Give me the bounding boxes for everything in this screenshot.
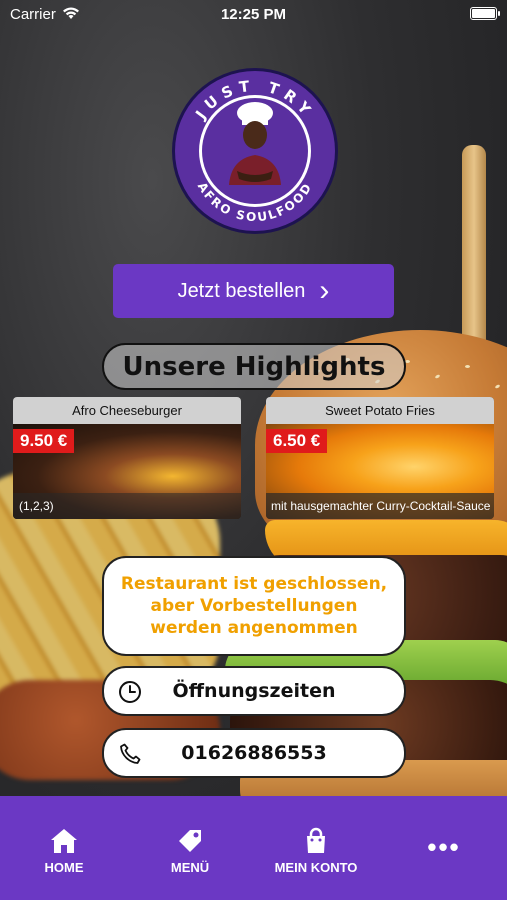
bag-icon — [307, 827, 325, 853]
home-icon — [51, 829, 77, 853]
tab-my-account-label: MEIN KONTO — [274, 860, 358, 875]
phone-button[interactable]: 01626886553 — [102, 728, 406, 778]
highlight-card[interactable]: Afro Cheeseburger 9.50 € (1,2,3) — [13, 397, 241, 519]
status-bar: Carrier 12:25 PM — [0, 0, 507, 28]
phone-number: 01626886553 — [181, 742, 327, 764]
battery-level — [472, 9, 495, 18]
sesame-seed — [434, 373, 441, 380]
more-icon: ••• — [427, 832, 461, 862]
closed-notice-text: Restaurant ist geschlossen, aber Vorbest… — [120, 573, 388, 639]
opening-hours-button[interactable]: Öffnungszeiten — [102, 666, 406, 716]
battery-icon — [470, 7, 500, 20]
product-footer: (1,2,3) — [13, 493, 241, 519]
highlights-title: Unsere Highlights — [102, 343, 406, 390]
clock-icon — [119, 681, 141, 703]
product-footer: mit hausgemachter Curry-Cocktail-Sauce — [266, 493, 494, 519]
chevron-right-icon: › — [319, 274, 330, 307]
closed-notice: Restaurant ist geschlossen, aber Vorbest… — [102, 556, 406, 656]
tab-home-label: HOME — [44, 860, 84, 875]
price-badge: 9.50 € — [13, 429, 75, 453]
status-time: 12:25 PM — [220, 6, 287, 23]
phone-icon — [120, 743, 141, 764]
price-badge: 6.50 € — [266, 429, 328, 453]
order-now-button[interactable]: Jetzt bestellen › — [113, 264, 394, 318]
tab-home[interactable]: HOME — [9, 826, 119, 875]
tab-bar: HOME MENÜ MEIN KONTO ••• — [0, 796, 507, 900]
sesame-seed — [494, 383, 501, 390]
tab-menu[interactable]: MENÜ — [135, 826, 245, 875]
product-name: Sweet Potato Fries — [266, 397, 494, 424]
tag-icon — [179, 830, 201, 852]
tab-my-account[interactable]: MEIN KONTO — [261, 826, 371, 875]
opening-hours-label: Öffnungszeiten — [172, 680, 336, 702]
product-name: Afro Cheeseburger — [13, 397, 241, 424]
tab-menu-label: MENÜ — [170, 860, 210, 875]
restaurant-logo: JUST TRY AFRO SOULFOOD — [172, 68, 338, 234]
tab-more[interactable]: ••• — [389, 832, 499, 863]
order-now-label: Jetzt bestellen — [177, 279, 306, 302]
sesame-seed — [465, 365, 470, 368]
highlight-card[interactable]: Sweet Potato Fries 6.50 € mit hausgemach… — [266, 397, 494, 519]
background-skewer — [462, 145, 486, 345]
